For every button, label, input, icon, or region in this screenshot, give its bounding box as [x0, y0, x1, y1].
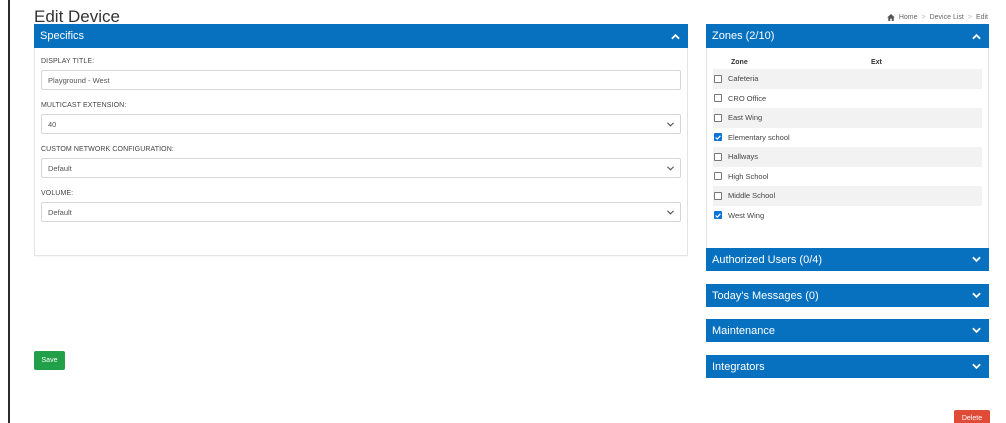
custom-network-value: Default	[48, 163, 72, 173]
zones-panel: Zones (2/10) Zone Ext Cafeteria CRO Offic…	[706, 24, 989, 258]
todays-messages-panel-title: Today's Messages (0)	[712, 289, 819, 302]
maintenance-panel-title: Maintenance	[712, 324, 775, 337]
ext-column-header: Ext	[871, 58, 882, 66]
chevron-down-icon	[667, 121, 674, 127]
zone-row[interactable]: Middle School	[713, 186, 982, 206]
breadcrumb-home[interactable]: Home	[899, 14, 918, 21]
todays-messages-panel-header[interactable]: Today's Messages (0)	[706, 284, 989, 307]
zone-name: West Wing	[728, 210, 765, 220]
breadcrumb-current: Edit	[975, 14, 988, 21]
display-title-value: Playground - West	[48, 75, 110, 85]
specifics-panel-header[interactable]: Specifics	[34, 24, 688, 48]
home-icon[interactable]	[886, 14, 895, 21]
specifics-panel-body: DISPLAY TITLE: Playground - West MULTICA…	[34, 48, 688, 256]
zone-row[interactable]: Elementary school	[713, 128, 982, 148]
zones-panel-title: Zones (2/10)	[712, 30, 775, 42]
zone-row[interactable]: Cafeteria	[713, 69, 982, 89]
zone-name: Hallways	[728, 152, 759, 162]
breadcrumb-separator: >	[921, 14, 926, 21]
zones-panel-header[interactable]: Zones (2/10)	[706, 24, 989, 48]
zone-checkbox[interactable]	[714, 94, 722, 103]
zone-name: High School	[728, 171, 769, 181]
zones-panel-body: Zone Ext Cafeteria CRO Office East Wing Ele…	[706, 48, 989, 258]
specifics-panel: Specifics DISPLAY TITLE: Playground - We…	[34, 24, 688, 256]
integrators-panel: Integrators	[706, 355, 989, 378]
delete-button[interactable]: Delete	[954, 410, 990, 423]
zone-row[interactable]: Hallways	[713, 147, 982, 167]
volume-select[interactable]: Default	[41, 202, 681, 222]
zone-checkbox[interactable]	[714, 211, 722, 220]
chevron-down-icon[interactable]	[971, 362, 981, 372]
breadcrumb-device-list[interactable]: Device List	[930, 14, 964, 21]
chevron-up-icon[interactable]	[670, 31, 680, 41]
zone-checkbox[interactable]	[714, 74, 722, 83]
zone-name: Elementary school	[728, 132, 790, 142]
maintenance-panel: Maintenance	[706, 319, 989, 342]
display-title-input[interactable]: Playground - West	[41, 70, 681, 90]
left-border	[8, 0, 10, 423]
zone-name: Middle School	[728, 191, 776, 201]
zone-checkbox[interactable]	[714, 113, 722, 122]
integrators-panel-header[interactable]: Integrators	[706, 355, 989, 378]
chevron-down-icon[interactable]	[971, 291, 981, 301]
display-title-group: DISPLAY TITLE: Playground - West	[41, 56, 681, 98]
zone-checkbox[interactable]	[714, 133, 722, 142]
display-title-label: DISPLAY TITLE:	[41, 58, 95, 65]
zone-checkbox[interactable]	[714, 152, 722, 161]
authorized-users-panel-title: Authorized Users (0/4)	[712, 253, 823, 266]
chevron-down-icon	[667, 209, 674, 215]
zone-name: CRO Office	[728, 93, 767, 103]
check-icon	[715, 213, 721, 218]
chevron-down-icon[interactable]	[971, 326, 981, 336]
zone-checkbox[interactable]	[714, 172, 722, 181]
chevron-up-icon[interactable]	[971, 31, 981, 41]
specifics-panel-title: Specifics	[40, 30, 85, 42]
chevron-down-icon	[667, 165, 674, 171]
zone-row[interactable]: High School	[713, 167, 982, 187]
authorized-users-panel: Authorized Users (0/4)	[706, 248, 989, 271]
zone-checkbox[interactable]	[714, 191, 722, 200]
breadcrumb-separator: >	[967, 14, 972, 21]
zone-row[interactable]: West Wing	[713, 206, 982, 226]
multicast-extension-select[interactable]: 40	[41, 114, 681, 134]
integrators-panel-title: Integrators	[712, 360, 765, 373]
volume-group: VOLUME: Default	[41, 188, 681, 230]
custom-network-select[interactable]: Default	[41, 158, 681, 178]
zone-row[interactable]: East Wing	[713, 108, 982, 128]
custom-network-label: CUSTOM NETWORK CONFIGURATION:	[41, 146, 174, 153]
multicast-extension-group: MULTICAST EXTENSION: 40	[41, 100, 681, 142]
volume-value: Default	[48, 207, 72, 217]
chevron-down-icon[interactable]	[971, 255, 981, 265]
volume-label: VOLUME:	[41, 190, 74, 197]
zones-table-header: Zone Ext	[713, 55, 982, 69]
breadcrumb: Home > Device List > Edit	[886, 14, 988, 21]
authorized-users-panel-header[interactable]: Authorized Users (0/4)	[706, 248, 989, 271]
save-button[interactable]: Save	[34, 351, 65, 370]
zone-name: Cafeteria	[728, 74, 759, 84]
zone-column-header: Zone	[731, 58, 748, 66]
maintenance-panel-header[interactable]: Maintenance	[706, 319, 989, 342]
multicast-extension-value: 40	[48, 119, 57, 129]
zones-list: Cafeteria CRO Office East Wing Elementary s…	[713, 69, 982, 225]
custom-network-group: CUSTOM NETWORK CONFIGURATION: Default	[41, 144, 681, 186]
check-icon	[715, 135, 721, 140]
multicast-extension-label: MULTICAST EXTENSION:	[41, 102, 127, 109]
zone-row[interactable]: CRO Office	[713, 89, 982, 109]
todays-messages-panel: Today's Messages (0)	[706, 284, 989, 307]
zone-name: East Wing	[728, 113, 763, 123]
